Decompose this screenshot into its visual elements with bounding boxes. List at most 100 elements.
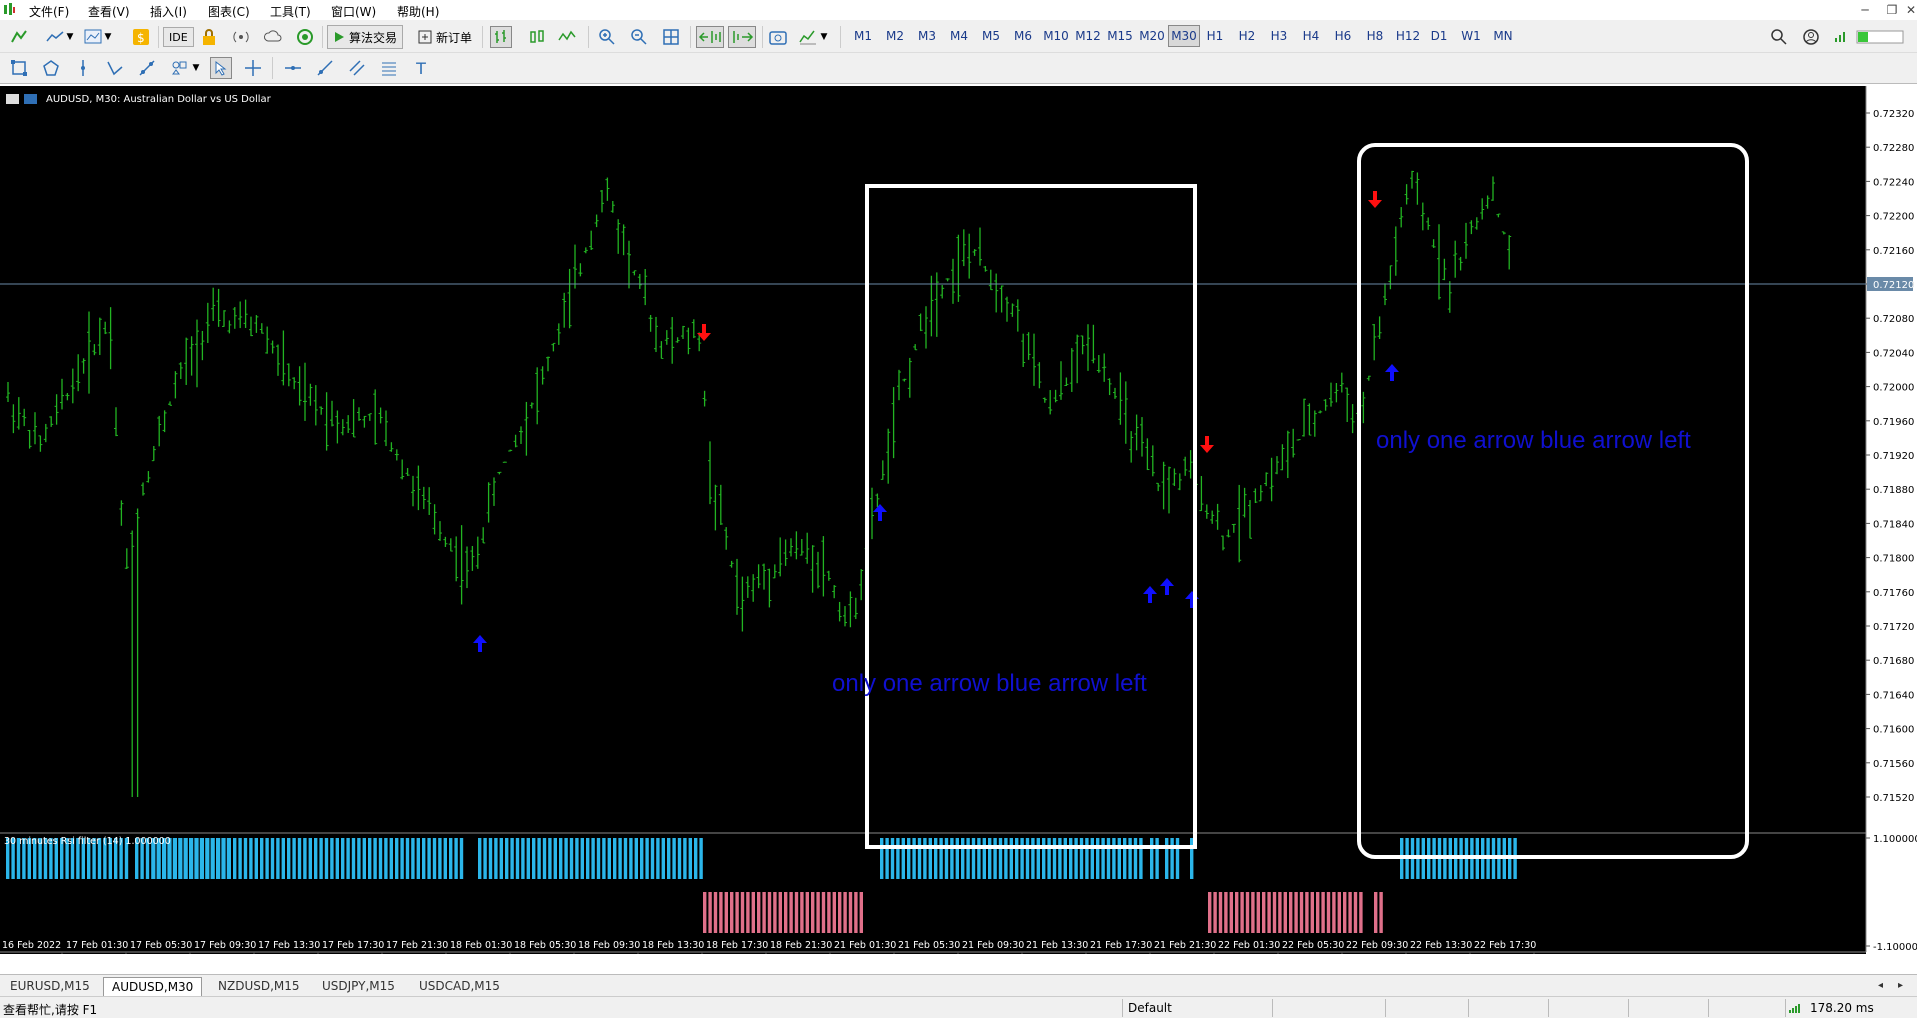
rsi-bar-up — [526, 838, 530, 879]
timeframe-m4[interactable]: M4 — [944, 29, 974, 43]
rsi-bar-up — [238, 838, 242, 879]
timeframe-h8[interactable]: H8 — [1360, 29, 1390, 43]
zoom-in-icon[interactable] — [596, 26, 618, 48]
signal-icon[interactable] — [230, 26, 252, 48]
rsi-bar-up — [1036, 838, 1040, 879]
search-icon[interactable] — [1768, 26, 1790, 48]
rsi-bar-up — [222, 838, 226, 879]
timeframe-h12[interactable]: H12 — [1392, 29, 1424, 43]
price-chart[interactable]: 0.72320 0.72280 0.72240 0.72200 0.72160 0.721… — [0, 86, 1917, 955]
vertical-line-icon[interactable] — [72, 57, 94, 79]
new-order-button[interactable]: 新订单 — [413, 25, 477, 49]
rsi-bar-up — [184, 838, 188, 879]
menu-help[interactable]: 帮助(H) — [397, 3, 439, 20]
zoom-out-icon[interactable] — [628, 26, 650, 48]
chart-line-icon[interactable] — [44, 26, 66, 48]
market-icon[interactable]: $ — [130, 26, 152, 48]
signal-strength-icon[interactable] — [1830, 26, 1852, 48]
timeframe-m1[interactable]: M1 — [848, 29, 878, 43]
rsi-bar-up — [553, 838, 557, 879]
vps-icon[interactable] — [294, 26, 316, 48]
rsi-bar-up — [971, 838, 976, 879]
timeframe-mn[interactable]: MN — [1488, 29, 1518, 43]
timeframe-m12[interactable]: M12 — [1072, 29, 1104, 43]
rsi-bar-up — [1112, 838, 1116, 879]
chart-shift-icon[interactable] — [728, 26, 756, 48]
crosshair-icon[interactable] — [242, 57, 264, 79]
close-icon[interactable]: ✕ — [1897, 0, 1917, 20]
tab-scroll-left-icon[interactable]: ◂ — [1870, 977, 1891, 997]
grid-icon[interactable] — [660, 26, 682, 48]
text-icon[interactable]: T — [410, 57, 432, 79]
timeframe-m10[interactable]: M10 — [1040, 29, 1072, 43]
objects-icon[interactable] — [168, 57, 190, 79]
chevron-down-icon[interactable]: ▼ — [818, 26, 830, 48]
angle-line-icon[interactable] — [104, 57, 126, 79]
cloud-icon[interactable] — [262, 26, 284, 48]
new-chart-icon[interactable] — [8, 26, 30, 48]
tab-eurusd[interactable]: EURUSD,M15 — [2, 977, 98, 997]
rsi-bar-down — [1213, 892, 1217, 933]
timeframe-h4[interactable]: H4 — [1296, 29, 1326, 43]
rsi-bar-down — [1240, 892, 1244, 933]
rectangle-select-icon[interactable] — [8, 57, 30, 79]
rsi-bar-up — [618, 838, 622, 879]
menu-file[interactable]: 文件(F) — [29, 3, 69, 20]
auto-scroll-icon[interactable] — [696, 26, 724, 48]
menu-insert[interactable]: 插入(I) — [150, 3, 187, 20]
chart-title: AUDUSD, M30: Australian Dollar vs US Dol… — [46, 94, 272, 105]
timeframe-h3[interactable]: H3 — [1264, 29, 1294, 43]
chevron-down-icon[interactable]: ▼ — [64, 26, 76, 48]
rsi-bar-up — [351, 838, 356, 879]
cursor-icon[interactable] — [210, 57, 232, 79]
main-toolbar: ▼ ▼ $ IDE 算法交易 新订单 ▼ M1 M2 M3 M4 M5 M6 M… — [0, 20, 1917, 53]
tab-audusd[interactable]: AUDUSD,M30 — [103, 977, 203, 997]
timeframe-h6[interactable]: H6 — [1328, 29, 1358, 43]
lock-icon[interactable] — [198, 26, 220, 48]
chevron-down-icon[interactable]: ▼ — [190, 57, 202, 79]
bar-chart-icon[interactable] — [490, 26, 512, 48]
timeframe-m15[interactable]: M15 — [1104, 29, 1136, 43]
account-icon[interactable] — [1800, 26, 1822, 48]
chevron-down-icon[interactable]: ▼ — [102, 26, 114, 48]
chart-canvas[interactable]: 0.72320 0.72280 0.72240 0.72200 0.72160 0.721… — [0, 86, 1917, 955]
timeframe-h1[interactable]: H1 — [1200, 29, 1230, 43]
tab-usdcad[interactable]: USDCAD,M15 — [411, 977, 508, 997]
rsi-bar-up — [613, 838, 617, 879]
shapes-icon[interactable] — [40, 57, 62, 79]
price-axis-label: 0.72040 — [1873, 348, 1914, 359]
rsi-bar-up — [243, 838, 248, 879]
timeframe-m6[interactable]: M6 — [1008, 29, 1038, 43]
timeframe-m30[interactable]: M30 — [1168, 25, 1200, 47]
menu-tools[interactable]: 工具(T) — [270, 3, 311, 20]
rsi-bar-up — [1085, 838, 1089, 879]
candlestick-icon[interactable] — [526, 26, 548, 48]
horizontal-line-icon[interactable] — [282, 57, 304, 79]
time-axis-label: 17 Feb 09:30 — [194, 940, 256, 951]
timeframe-m2[interactable]: M2 — [880, 29, 910, 43]
line-chart-icon[interactable] — [556, 26, 578, 48]
templates-icon[interactable] — [82, 26, 104, 48]
tab-scroll-right-icon[interactable]: ▸ — [1890, 977, 1911, 997]
ide-button[interactable]: IDE — [163, 27, 194, 47]
timeframe-d1[interactable]: D1 — [1424, 29, 1454, 43]
channel-icon[interactable] — [346, 57, 368, 79]
screenshot-icon[interactable] — [767, 26, 789, 48]
menu-view[interactable]: 查看(V) — [88, 3, 130, 20]
menu-window[interactable]: 窗口(W) — [331, 3, 376, 20]
profile-name[interactable]: Default — [1128, 1001, 1172, 1015]
algo-trading-button[interactable]: 算法交易 — [327, 25, 404, 49]
tab-usdjpy[interactable]: USDJPY,M15 — [314, 977, 403, 997]
timeframe-m5[interactable]: M5 — [976, 29, 1006, 43]
indicators-icon[interactable] — [797, 26, 819, 48]
timeframe-m20[interactable]: M20 — [1136, 29, 1168, 43]
ray-line-icon[interactable] — [314, 57, 336, 79]
minimize-icon[interactable]: ─ — [1851, 0, 1879, 20]
tab-nzdusd[interactable]: NZDUSD,M15 — [210, 977, 308, 997]
menu-charts[interactable]: 图表(C) — [208, 3, 250, 20]
timeframe-w1[interactable]: W1 — [1456, 29, 1486, 43]
fibonacci-icon[interactable] — [378, 57, 400, 79]
timeframe-h2[interactable]: H2 — [1232, 29, 1262, 43]
trendline-icon[interactable] — [136, 57, 158, 79]
timeframe-m3[interactable]: M3 — [912, 29, 942, 43]
